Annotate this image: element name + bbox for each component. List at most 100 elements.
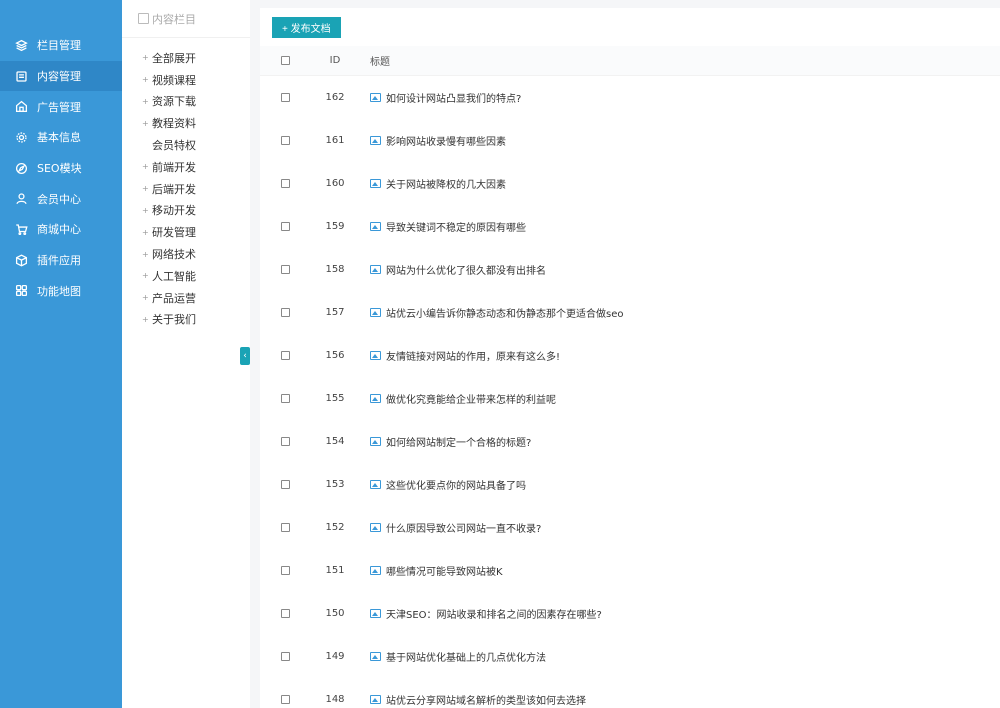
expand-plus-icon[interactable]: + [142, 271, 152, 280]
row-title-link[interactable]: 如何设计网站凸显我们的特点? [386, 90, 521, 105]
row-checkbox[interactable] [280, 523, 290, 532]
row-id: 149 [325, 651, 345, 662]
row-title-link[interactable]: 站优云小编告诉你静态动态和伪静态那个更适合做seo [386, 305, 623, 320]
image-icon [370, 652, 381, 661]
expand-plus-icon[interactable]: + [142, 162, 152, 171]
tree-item-label: 后端开发 [152, 182, 196, 196]
row-checkbox[interactable] [280, 308, 290, 317]
table-row: 153 这些优化要点你的网站具备了吗 [260, 463, 1000, 506]
tree-item-label: 研发管理 [152, 226, 196, 240]
nav-item-2[interactable]: 广告管理 [0, 91, 122, 122]
row-title-link[interactable]: 什么原因导致公司网站一直不收录? [386, 520, 541, 535]
tree-item[interactable]: + 后端开发 [122, 178, 250, 200]
tree-item-label: 教程资料 [152, 117, 196, 131]
row-id: 151 [325, 565, 345, 576]
row-id: 157 [325, 307, 345, 318]
image-icon [370, 265, 381, 274]
nav-item-5[interactable]: 会员中心 [0, 183, 122, 214]
content-main: + 发布文档 ID 标题 162 如何设计网站凸显我们的特点? 161 影响网站收录慢… [260, 8, 1000, 708]
select-all-checkbox[interactable] [280, 56, 290, 65]
tree-item[interactable]: + 人工智能 [122, 265, 250, 287]
toolbar: + 发布文档 [260, 8, 1000, 46]
nav-item-label: 基本信息 [37, 131, 81, 145]
expand-plus-icon[interactable]: + [142, 315, 152, 324]
nav-item-7[interactable]: 插件应用 [0, 245, 122, 276]
collapse-tree-button[interactable]: ‹ [240, 347, 250, 365]
nav-item-4[interactable]: SEO模块 [0, 153, 122, 184]
row-checkbox[interactable] [280, 351, 290, 360]
row-title-link[interactable]: 基于网站优化基础上的几点优化方法 [386, 649, 546, 664]
row-title-link[interactable]: 导致关键词不稳定的原因有哪些 [386, 219, 526, 234]
image-icon [370, 480, 381, 489]
row-title-link[interactable]: 站优云分享网站域名解析的类型该如何去选择 [386, 692, 586, 707]
nav-item-label: 内容管理 [37, 70, 81, 84]
row-title-link[interactable]: 这些优化要点你的网站具备了吗 [386, 477, 526, 492]
table-row: 157 站优云小编告诉你静态动态和伪静态那个更适合做seo [260, 291, 1000, 334]
document-icon [138, 13, 149, 24]
row-checkbox[interactable] [280, 652, 290, 661]
table-row: 154 如何给网站制定一个合格的标题? [260, 420, 1000, 463]
table-row: 156 友情链接对网站的作用，原来有这么多! [260, 334, 1000, 377]
row-title-link[interactable]: 友情链接对网站的作用，原来有这么多! [386, 348, 560, 363]
nav-item-0[interactable]: 栏目管理 [0, 30, 122, 61]
nav-item-label: 广告管理 [37, 100, 81, 114]
expand-plus-icon[interactable]: + [142, 206, 152, 215]
row-checkbox[interactable] [280, 265, 290, 274]
row-checkbox[interactable] [280, 566, 290, 575]
row-title-link[interactable]: 天津SEO：网站收录和排名之间的因素存在哪些? [386, 606, 602, 621]
tree-item-label: 前端开发 [152, 160, 196, 174]
row-title-link[interactable]: 如何给网站制定一个合格的标题? [386, 434, 531, 449]
expand-plus-icon[interactable]: + [142, 97, 152, 106]
nav-item-6[interactable]: 商城中心 [0, 214, 122, 245]
expand-plus-icon[interactable]: + [142, 228, 152, 237]
tree-item-label: 关于我们 [152, 313, 196, 327]
nav-item-1[interactable]: 内容管理 [0, 60, 122, 92]
table-row: 150 天津SEO：网站收录和排名之间的因素存在哪些? [260, 592, 1000, 635]
row-checkbox[interactable] [280, 394, 290, 403]
row-checkbox[interactable] [280, 609, 290, 618]
tree-item[interactable]: + 资源下载 [122, 91, 250, 113]
tree-item-label: 视频课程 [152, 73, 196, 87]
expand-plus-icon[interactable]: + [142, 53, 152, 62]
nav-item-3[interactable]: 基本信息 [0, 122, 122, 153]
tree-item-label: 会员特权 [152, 139, 196, 153]
tree-item-label: 全部展开 [152, 51, 196, 65]
image-icon [370, 351, 381, 360]
row-title-link[interactable]: 关于网站被降权的几大因素 [386, 176, 506, 191]
row-checkbox[interactable] [280, 480, 290, 489]
image-icon [370, 136, 381, 145]
row-title-link[interactable]: 做优化究竟能给企业带来怎样的利益呢 [386, 391, 556, 406]
row-checkbox[interactable] [280, 222, 290, 231]
row-checkbox[interactable] [280, 136, 290, 145]
row-checkbox[interactable] [280, 695, 290, 704]
tree-item[interactable]: + 教程资料 [122, 112, 250, 134]
row-title-link[interactable]: 网站为什么优化了很久都没有出排名 [386, 262, 546, 277]
publish-document-button[interactable]: + 发布文档 [272, 16, 341, 38]
tree-item[interactable]: + 研发管理 [122, 221, 250, 243]
row-checkbox[interactable] [280, 437, 290, 446]
image-icon [370, 609, 381, 618]
row-title-link[interactable]: 哪些情况可能导致网站被K [386, 563, 503, 578]
tree-item[interactable]: + 网络技术 [122, 243, 250, 265]
nav-item-8[interactable]: 功能地图 [0, 276, 122, 307]
tree-item[interactable]: + 移动开发 [122, 200, 250, 222]
tree-item[interactable]: + 全部展开 [122, 47, 250, 69]
expand-plus-icon[interactable]: + [142, 75, 152, 84]
house-icon [14, 100, 28, 114]
expand-plus-icon[interactable]: + [142, 119, 152, 128]
row-title-link[interactable]: 影响网站收录慢有哪些因素 [386, 133, 506, 148]
row-id: 162 [325, 92, 345, 103]
tree-item[interactable]: + 关于我们 [122, 309, 250, 331]
expand-plus-icon[interactable]: + [142, 184, 152, 193]
expand-plus-icon[interactable]: + [142, 250, 152, 259]
tree-item[interactable]: + 前端开发 [122, 156, 250, 178]
image-icon [370, 437, 381, 446]
tree-item[interactable]: + 视频课程 [122, 69, 250, 91]
expand-plus-icon[interactable]: + [142, 293, 152, 302]
nav-item-label: 插件应用 [37, 254, 81, 268]
row-checkbox[interactable] [280, 93, 290, 102]
tree-item[interactable]: + 产品运营 [122, 287, 250, 309]
row-checkbox[interactable] [280, 179, 290, 188]
row-id: 153 [325, 479, 345, 490]
tree-item[interactable]: +会员特权 [122, 134, 250, 156]
